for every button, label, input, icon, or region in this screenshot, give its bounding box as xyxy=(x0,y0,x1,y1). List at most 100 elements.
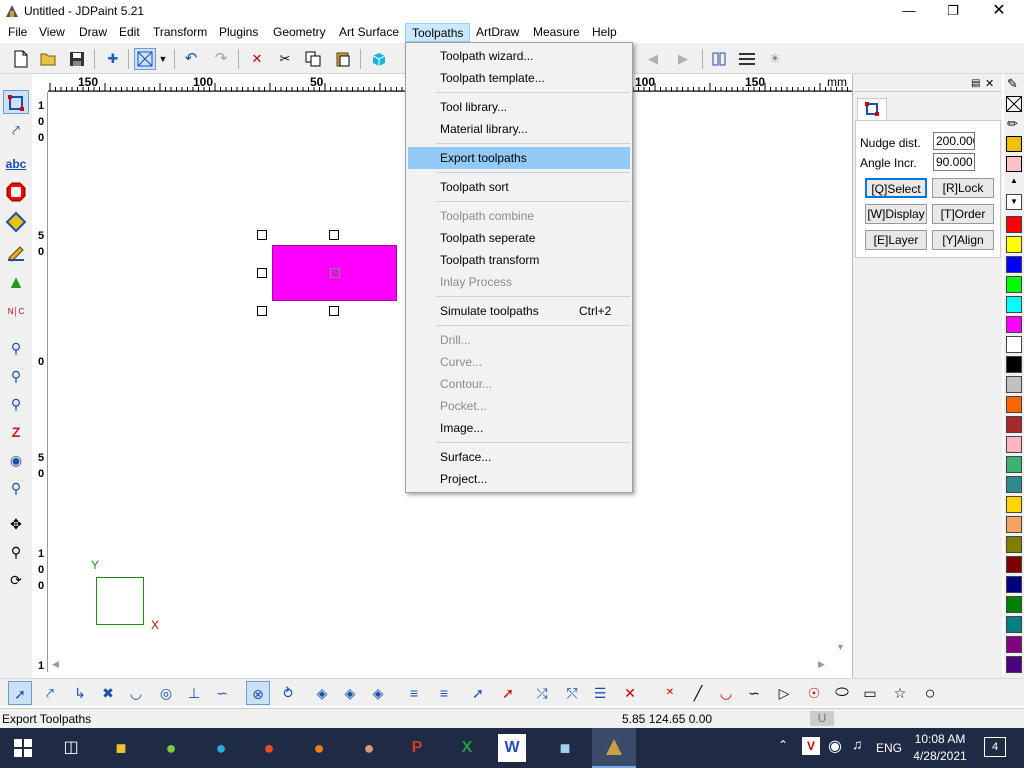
menu-export-toolpaths[interactable]: Export toolpaths xyxy=(408,147,630,169)
selection-handle[interactable] xyxy=(329,230,339,240)
axis-icon[interactable]: ⥁ xyxy=(276,681,300,705)
diamond-tool-icon[interactable] xyxy=(3,210,29,234)
paste-icon[interactable] xyxy=(332,48,354,70)
color-swatch[interactable] xyxy=(1006,336,1022,353)
selection-handle[interactable] xyxy=(257,268,267,278)
ellipse-icon[interactable]: ⬭ xyxy=(830,681,854,705)
file-explorer-icon[interactable]: ■ xyxy=(104,732,138,764)
node-edit-icon[interactable]: ⤤ xyxy=(3,118,29,142)
intersect-icon[interactable]: ✖ xyxy=(96,681,120,705)
selection-handle[interactable] xyxy=(329,306,339,316)
color-swatch[interactable] xyxy=(1006,416,1022,433)
order-button[interactable]: [T]Order xyxy=(932,204,994,224)
menu-help[interactable]: Help xyxy=(586,23,623,42)
spline-icon[interactable]: ∽ xyxy=(742,681,766,705)
lock-button[interactable]: [R]Lock xyxy=(932,178,994,198)
menu-art-surface[interactable]: Art Surface xyxy=(333,23,405,42)
new-file-icon[interactable] xyxy=(10,48,32,70)
arc-icon[interactable]: ◡ xyxy=(124,681,148,705)
diamond-c-icon[interactable]: ◈ xyxy=(366,681,390,705)
zoom-all-icon[interactable]: ⚲ xyxy=(3,476,29,500)
color-swatch[interactable] xyxy=(1006,276,1022,293)
select-tool-icon[interactable] xyxy=(3,90,29,114)
color-swatch[interactable] xyxy=(1006,396,1022,413)
horizontal-scrollbar[interactable]: ◀ ▶ xyxy=(48,658,832,672)
selection-handle[interactable] xyxy=(257,306,267,316)
circle-center-icon[interactable]: ☉ xyxy=(802,681,826,705)
menu-toolpath-sort[interactable]: Toolpath sort xyxy=(408,176,630,198)
offset-icon[interactable]: ≡ xyxy=(402,681,426,705)
word-icon[interactable]: W xyxy=(498,734,526,762)
color-swatch[interactable] xyxy=(1006,556,1022,573)
color-swatch[interactable] xyxy=(1006,296,1022,313)
menu-draw[interactable]: Draw xyxy=(73,23,113,42)
pen-icon[interactable]: ✎ xyxy=(1007,76,1018,92)
stop-shape-icon[interactable] xyxy=(3,180,29,204)
display-button[interactable]: [W]Display xyxy=(865,204,927,224)
nc-tool-icon[interactable]: N│C xyxy=(3,300,29,324)
panel-dock-icon[interactable]: ▤ xyxy=(971,78,980,89)
tray-chevron-up-icon[interactable]: ⌃ xyxy=(778,738,788,752)
diamond-b-icon[interactable]: ◈ xyxy=(338,681,362,705)
paint-icon[interactable]: ● xyxy=(352,732,386,764)
notes-icon[interactable]: ■ xyxy=(548,732,582,764)
line-icon[interactable]: ╱ xyxy=(686,681,710,705)
perpendicular-icon[interactable]: ⊥ xyxy=(182,681,206,705)
scroll-right-icon[interactable]: ▶ xyxy=(818,659,825,670)
scroll-down-icon[interactable]: ▼ xyxy=(836,642,845,652)
transform-icon[interactable]: ⤮ xyxy=(530,681,554,705)
start-icon[interactable] xyxy=(6,732,40,764)
star-icon[interactable]: ☆ xyxy=(888,681,912,705)
menu-toolpath-wizard[interactable]: Toolpath wizard... xyxy=(408,45,630,67)
language-indicator[interactable]: ENG xyxy=(876,741,902,755)
menu-toolpaths[interactable]: Toolpaths xyxy=(405,23,471,42)
lamp-icon[interactable]: ☀ xyxy=(764,48,786,70)
scroll-left-icon[interactable]: ◀ xyxy=(52,659,59,670)
delete-icon[interactable]: ✕ xyxy=(246,48,268,70)
color-swatch[interactable] xyxy=(1006,316,1022,333)
nudge-input[interactable]: 200.000 xyxy=(933,132,975,150)
color-swatch[interactable] xyxy=(1006,356,1022,373)
tangent-icon[interactable]: ∽ xyxy=(210,681,234,705)
zoom-out-icon[interactable]: ⚲ xyxy=(3,392,29,416)
task-view-icon[interactable]: ◫ xyxy=(54,732,88,764)
save-icon[interactable] xyxy=(66,48,88,70)
grid-icon[interactable] xyxy=(736,48,758,70)
menu-toolpath-template[interactable]: Toolpath template... xyxy=(408,67,630,89)
zigzag-icon[interactable]: Z xyxy=(3,420,29,444)
menu-toolpath-seperate[interactable]: Toolpath seperate xyxy=(408,227,630,249)
eyedropper-icon[interactable]: ✏ xyxy=(1007,116,1018,132)
edge-icon[interactable]: ● xyxy=(204,732,238,764)
corner-icon[interactable]: ↳ xyxy=(68,681,92,705)
notification-badge[interactable]: 4 xyxy=(984,737,1006,757)
menu-image[interactable]: Image... xyxy=(408,417,630,439)
antivirus-icon[interactable]: V xyxy=(802,737,820,755)
list-icon[interactable]: ☰ xyxy=(588,681,612,705)
diamond-a-icon[interactable]: ◈ xyxy=(310,681,334,705)
snap-icon[interactable]: ⤤ xyxy=(38,681,62,705)
color-swatch[interactable] xyxy=(1006,456,1022,473)
chrome-icon[interactable]: ● xyxy=(252,732,286,764)
menu-project[interactable]: Project... xyxy=(408,468,630,490)
maximize-button[interactable]: ❐ xyxy=(930,0,976,22)
menu-edit[interactable]: Edit xyxy=(113,23,146,42)
palette-scroll-down-icon[interactable]: ▼ xyxy=(1006,194,1022,210)
menu-material-library[interactable]: Material library... xyxy=(408,118,630,140)
panel-tab-select[interactable] xyxy=(857,98,887,120)
color-swatch[interactable] xyxy=(1006,236,1022,253)
angle-input[interactable]: 90.000 xyxy=(933,153,975,171)
firefox-icon[interactable]: ● xyxy=(302,732,336,764)
arc-draw-icon[interactable]: ◡ xyxy=(714,681,738,705)
pan-icon[interactable]: ✥ xyxy=(3,512,29,536)
menu-toolpath-transform[interactable]: Toolpath transform xyxy=(408,249,630,271)
minimize-button[interactable]: — xyxy=(886,0,932,22)
panel-close-icon[interactable]: ✕ xyxy=(985,77,994,90)
select-button[interactable]: [Q]Select xyxy=(865,178,927,198)
color-swatch[interactable] xyxy=(1006,616,1022,633)
cancel-icon[interactable]: ✕ xyxy=(618,681,642,705)
menu-plugins[interactable]: Plugins xyxy=(213,23,264,42)
polygon-icon[interactable]: ▷ xyxy=(772,681,796,705)
close-button[interactable]: ✕ xyxy=(976,0,1022,22)
redo-icon[interactable]: ↷ xyxy=(210,48,232,70)
circle-point-icon[interactable]: ◎ xyxy=(154,681,178,705)
